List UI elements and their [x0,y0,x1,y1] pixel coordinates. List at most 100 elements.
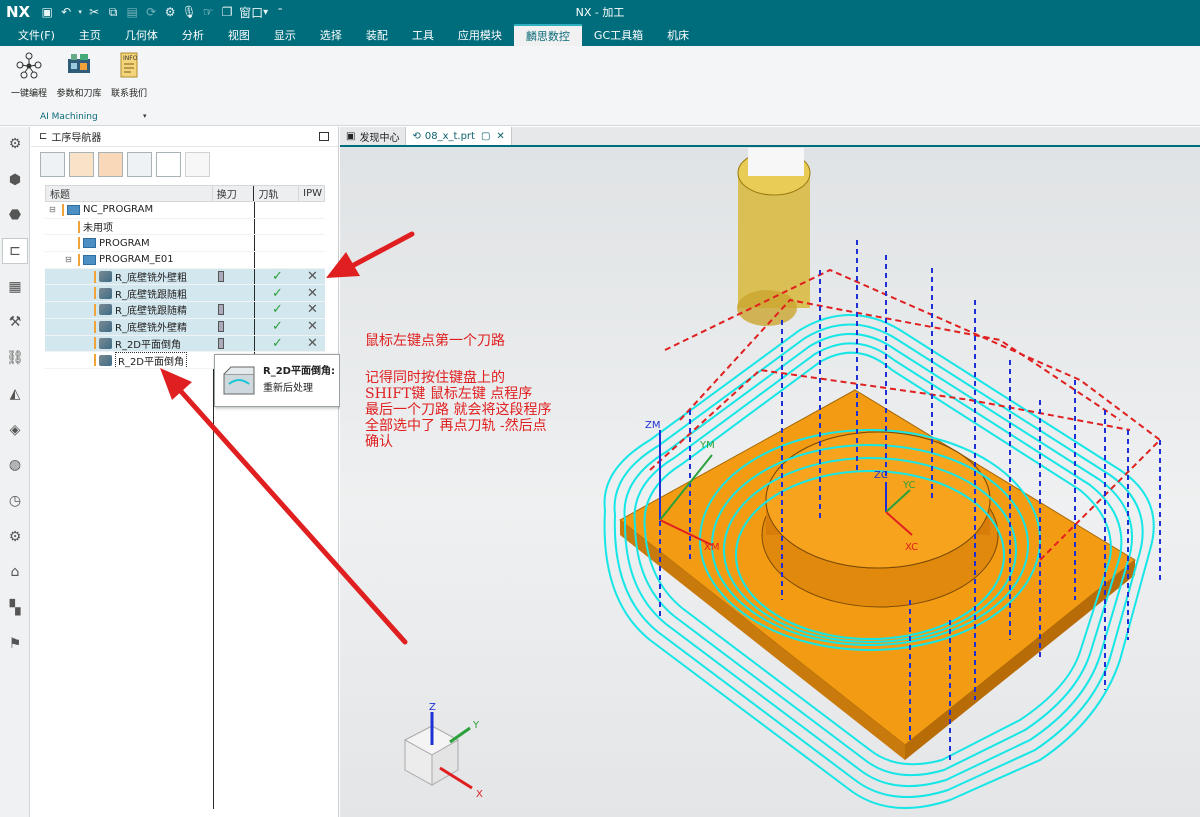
row-name-cell: R_底壁铣外壁精 [45,319,213,335]
annotation-first-path: 鼠标左键点第一个刀路 [365,333,505,349]
navigator-pin-icon[interactable]: ⊏ [39,131,47,142]
table-row[interactable]: R_2D平面倒角 ✓ ✕ [45,335,325,353]
row-name-cell: ⊟ PROGRAM_E01 [45,252,213,268]
contact-us-button[interactable]: INFO 联系我们 [104,51,154,99]
check-icon: ✓ [272,319,283,335]
paste-icon[interactable]: ▤ [123,3,141,21]
customize-icon[interactable]: ⁼ [271,3,289,21]
board-icon [68,54,90,73]
tool-icon[interactable]: ⚒ [2,309,28,335]
menu-analysis[interactable]: 分析 [170,24,216,46]
collapse-icon[interactable]: ⊟ [49,205,59,214]
geometry-view-icon[interactable] [98,151,123,177]
table-body: ⊟ NC_PROGRAM 未用项 PROGRAM ⊟ PROGRAM_E01 R_底壁铣外壁… [45,202,325,369]
delete-icon[interactable] [185,151,210,177]
feature-icon[interactable]: ◈ [2,417,28,443]
toolpath-cell [255,252,300,268]
toolbox-icon[interactable]: ⚙ [161,3,179,21]
globe-icon[interactable]: ◍ [2,452,28,478]
path-icon[interactable]: ⛓ [2,345,28,371]
repeat-icon[interactable]: ⟳ [142,3,160,21]
history-icon[interactable]: ◷ [2,488,28,514]
ipw-x-icon: ✕ [307,285,318,301]
settings-icon[interactable]: ⚙ [2,131,28,157]
menu-linsi-cnc[interactable]: 麟思数控 [513,24,582,46]
menu-geometry[interactable]: 几何体 [113,24,170,46]
machine-icon[interactable]: ⌂ [2,559,28,585]
undo-icon[interactable]: ↶ [57,3,75,21]
undo-dropdown-icon[interactable]: ▾ [76,3,84,21]
table-row[interactable]: ⊟ NC_PROGRAM [45,202,325,219]
col-path-header[interactable]: 刀轨 [254,186,300,201]
part-icon[interactable]: ⬢ [2,167,28,193]
col-name-header[interactable]: 标题 [46,186,213,201]
maximize-icon[interactable] [319,132,329,141]
program-view-icon[interactable] [40,151,65,177]
window-menu[interactable]: 窗口 ▾ [237,3,270,21]
collapse-icon[interactable]: ⊟ [65,255,75,264]
table-row[interactable]: 未用项 [45,218,325,236]
palette-icon[interactable]: ▚ [2,595,28,621]
status-marker [94,354,96,367]
ribbon-group-dropdown-icon[interactable]: ▾ [143,112,147,120]
ipw-cell: ✕ [300,319,325,335]
menu-gc-toolbox[interactable]: GC工具箱 [582,24,655,46]
tool-change-icon [218,271,224,283]
operation-navigator-icon[interactable]: ⊏ [2,238,28,265]
menu-machine[interactable]: 机床 [655,24,701,46]
table-row[interactable]: ⊟ PROGRAM_E01 [45,252,325,269]
settings-tool-icon[interactable]: ⚙ [2,524,28,550]
status-marker [94,320,96,333]
ipw-cell [300,252,325,268]
robot-icon[interactable]: ⚑ [2,631,28,657]
create-icon[interactable] [156,151,181,177]
measure-icon[interactable]: ◭ [2,381,28,407]
table-row[interactable]: PROGRAM [45,235,325,253]
table-row[interactable]: R_底壁铣跟随精 ✓ ✕ [45,302,325,319]
params-toollib-button[interactable]: 参数和刀库 [54,51,104,99]
menu-view[interactable]: 视图 [216,24,262,46]
table-icon[interactable]: ▦ [2,274,28,300]
table-row[interactable]: R_底壁铣外壁粗 ✓ ✕ [45,268,325,286]
tool-change-cell [213,218,255,235]
tool-change-cell [213,252,255,268]
table-row[interactable]: R_底壁铣跟随粗 ✓ ✕ [45,285,325,303]
tool-change-cell [213,302,255,318]
window-label: 窗口 [239,5,264,20]
row-label: R_底壁铣外壁粗 [115,273,187,285]
table-empty-area [45,368,325,809]
col-tool-header[interactable]: 换刀 [213,186,255,201]
assembly-icon[interactable]: ⬣ [2,202,28,228]
col-ipw-header[interactable]: IPW [299,186,324,201]
title-bar: NX ▣ ↶ ▾ ✂ ⧉ ▤ ⟳ ⚙ 🎙︎ ☞ ❐ 窗口 ▾ ⁼ NX - 加工 [0,0,1200,24]
one-click-programming-button[interactable]: 一键编程 [4,51,54,99]
check-icon: ✓ [272,302,283,318]
operation-icon [99,337,112,349]
status-marker [78,253,80,266]
menu-assembly[interactable]: 装配 [354,24,400,46]
mic-icon[interactable]: 🎙︎ [180,3,198,21]
copy-icon[interactable]: ⧉ [104,3,122,21]
view-triad[interactable]: Z Y X [403,702,483,800]
menu-file[interactable]: 文件(F) [6,24,67,46]
method-view-icon[interactable] [127,151,152,177]
table-row[interactable]: R_底壁铣外壁精 ✓ ✕ [45,318,325,336]
machine-view-icon[interactable] [69,151,94,177]
toolpath-cell: ✓ [255,269,300,285]
navigator-toolbar [31,147,338,181]
menu-home[interactable]: 主页 [67,24,113,46]
menu-select[interactable]: 选择 [308,24,354,46]
cut-icon[interactable]: ✂ [85,3,103,21]
graphics-window[interactable]: ▣ 发现中心 ⟲ 08_x_t.prt ▢ ✕ ZM YM XM ZC YC X… [340,127,1200,817]
menu-tools[interactable]: 工具 [400,24,446,46]
menu-display[interactable]: 显示 [262,24,308,46]
row-label: PROGRAM [99,237,150,249]
window-icon[interactable]: ❐ [218,3,236,21]
touch-icon[interactable]: ☞ [199,3,217,21]
yc-label: YC [902,480,916,491]
contact-us-label: 联系我们 [110,89,147,99]
menu-applications[interactable]: 应用模块 [446,24,514,46]
status-marker [62,203,64,216]
save-icon[interactable]: ▣ [38,3,56,21]
tool-change-cell [213,235,255,252]
